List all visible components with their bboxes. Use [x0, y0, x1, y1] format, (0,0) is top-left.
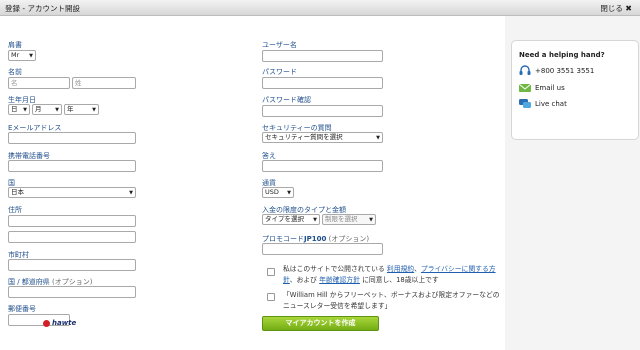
- help-phone-row[interactable]: +800 3551 3551: [518, 65, 594, 77]
- terms-text: 私はこのサイトで公開されている 利用規約、プライバシーに関する方針、および 年齢…: [283, 264, 501, 286]
- help-title: Need a helping hand?: [519, 51, 605, 59]
- security-question-select[interactable]: セキュリティー質問を選択: [262, 132, 383, 143]
- close-icon: ✖: [625, 4, 632, 13]
- newsletter-text: 「William Hill からフリーベット、ボーナスおよび限定オファーなどのニ…: [283, 291, 500, 310]
- newsletter-checkbox[interactable]: [267, 293, 275, 301]
- help-email-row[interactable]: Email us: [518, 82, 565, 94]
- mobile-input[interactable]: [8, 160, 136, 172]
- answer-input[interactable]: [262, 160, 383, 172]
- currency-select[interactable]: USD: [262, 187, 294, 198]
- password-input[interactable]: [262, 77, 383, 89]
- dob-day-select[interactable]: 日: [8, 104, 30, 115]
- password-confirm-label: パスワード確認: [262, 96, 311, 104]
- state-input[interactable]: [8, 286, 136, 298]
- create-account-button[interactable]: マイアカウントを作成: [262, 316, 379, 331]
- last-name-input[interactable]: 姓: [72, 77, 136, 89]
- promo-code: JP100: [304, 235, 327, 243]
- close-label: 閉じる: [600, 4, 623, 13]
- address-label: 住所: [8, 206, 22, 214]
- username-label: ユーザー名: [262, 41, 297, 49]
- security-seal-logo: hawte: [42, 319, 77, 327]
- help-box: Need a helping hand? +800 3551 3551 Emai…: [511, 40, 639, 140]
- terms-text-c: に同意し、18歳以上です: [362, 276, 439, 284]
- terms-text-b: 、および: [289, 276, 317, 284]
- address-line1-input[interactable]: [8, 215, 136, 227]
- country-select[interactable]: 日本: [8, 187, 136, 198]
- help-chat: Live chat: [535, 100, 567, 108]
- promo-input[interactable]: [262, 243, 383, 255]
- username-input[interactable]: [262, 50, 383, 62]
- email-icon: [518, 83, 532, 92]
- help-chat-row[interactable]: Live chat: [518, 98, 567, 110]
- dob-month-select[interactable]: 月: [32, 104, 62, 115]
- title-label: 肩書: [8, 41, 22, 49]
- first-name-input[interactable]: 名: [8, 77, 70, 89]
- state-label-text: 国 / 都道府県: [8, 278, 50, 286]
- limit-amount-select[interactable]: 制限を選択: [322, 214, 376, 225]
- password-confirm-input[interactable]: [262, 105, 383, 117]
- name-label: 名前: [8, 68, 22, 76]
- promo-label-text: プロモコード: [262, 235, 304, 243]
- promo-optional-text: (オプション): [328, 235, 370, 243]
- address-line2-input[interactable]: [8, 231, 136, 243]
- terms-separator: 、: [414, 265, 421, 273]
- email-input[interactable]: [8, 132, 136, 144]
- limit-type-select[interactable]: タイプを選択: [262, 214, 320, 225]
- dob-year-select[interactable]: 年: [64, 104, 99, 115]
- password-label: パスワード: [262, 68, 297, 76]
- terms-checkbox[interactable]: [267, 268, 275, 276]
- city-input[interactable]: [8, 259, 136, 271]
- window-title: 登録 - アカウント開設: [5, 4, 80, 13]
- age-verification-link[interactable]: 年齢確認方針: [319, 276, 360, 284]
- close-button[interactable]: 閉じる ✖: [600, 3, 632, 14]
- title-bar: 登録 - アカウント開設 閉じる ✖: [0, 0, 640, 16]
- state-optional-text: (オプション): [52, 278, 93, 286]
- postal-label: 郵便番号: [8, 305, 36, 313]
- help-email: Email us: [535, 84, 565, 92]
- headset-icon: [519, 65, 531, 75]
- terms-of-use-link[interactable]: 利用規約: [387, 265, 414, 273]
- help-phone: +800 3551 3551: [535, 67, 595, 75]
- title-select[interactable]: Mr: [8, 50, 36, 61]
- terms-text-a: 私はこのサイトで公開されている: [283, 265, 385, 273]
- chat-icon: [519, 99, 531, 108]
